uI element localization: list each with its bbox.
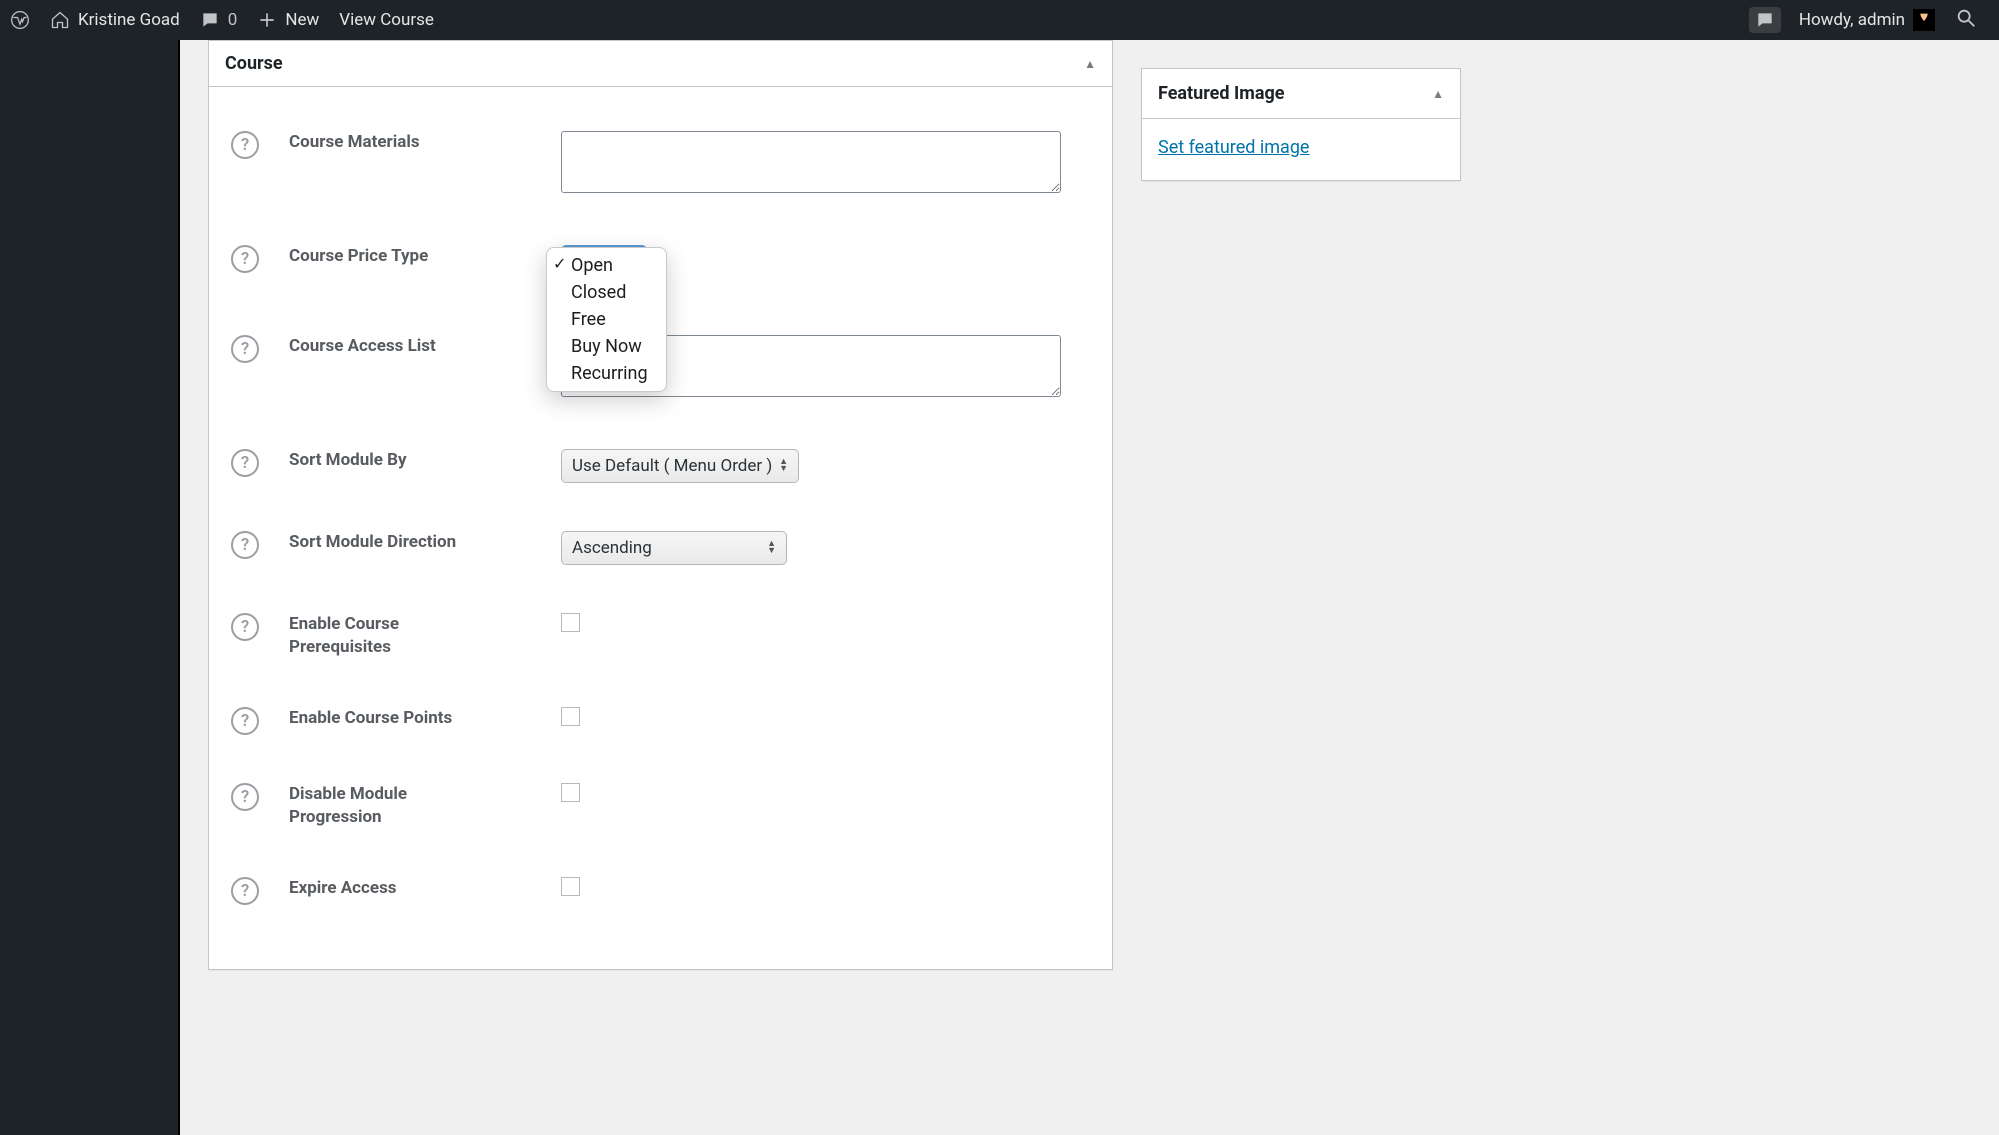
search-icon — [1955, 7, 1977, 29]
help-icon[interactable]: ? — [231, 131, 259, 159]
view-course-link[interactable]: View Course — [329, 0, 444, 40]
course-metabox: Course ▲ ? Course Materials — [208, 40, 1113, 970]
field-label: Course Access List — [289, 335, 436, 358]
featured-image-metabox: Featured Image ▲ Set featured image — [1141, 68, 1461, 181]
field-sort-dir: ? Sort Module Direction Ascending ▲▼ — [231, 507, 1090, 589]
field-label: Sort Module Direction — [289, 531, 456, 554]
view-course-label: View Course — [339, 10, 434, 30]
site-name-label: Kristine Goad — [78, 10, 180, 30]
collapse-icon[interactable]: ▲ — [1432, 87, 1444, 101]
admin-bar-search[interactable] — [1945, 7, 1987, 34]
howdy-label: Howdy, admin — [1799, 10, 1905, 30]
help-icon[interactable]: ? — [231, 335, 259, 363]
field-enable-points: ? Enable Course Points — [231, 683, 1090, 759]
comments-menu[interactable]: 0 — [190, 0, 248, 40]
price-type-dropdown: OpenClosedFreeBuy NowRecurring — [546, 247, 667, 392]
sort-direction-value: Ascending — [572, 538, 652, 558]
enable-points-checkbox[interactable] — [561, 707, 580, 726]
home-icon — [50, 10, 70, 30]
help-icon[interactable]: ? — [231, 707, 259, 735]
dropdown-option[interactable]: Closed — [547, 279, 666, 306]
admin-bar-left: Kristine Goad 0 New View Course — [0, 0, 444, 40]
notifications-button[interactable] — [1749, 7, 1781, 33]
dropdown-option[interactable]: Buy Now — [547, 333, 666, 360]
plus-icon — [257, 10, 277, 30]
field-label: Enable Course Points — [289, 707, 452, 730]
featured-image-title: Featured Image — [1158, 83, 1284, 104]
field-disable-progression: ? Disable Module Progression — [231, 759, 1090, 853]
help-icon[interactable]: ? — [231, 531, 259, 559]
field-label: Course Materials — [289, 131, 420, 154]
metabox-body: ? Course Materials ? Course Price Type — [209, 87, 1112, 969]
sort-by-value: Use Default ( Menu Order ) — [572, 456, 772, 476]
field-label: Enable Course Prerequisites — [289, 613, 469, 659]
notification-icon — [1755, 10, 1775, 30]
metabox-header[interactable]: Course ▲ — [209, 41, 1112, 87]
disable-progression-checkbox[interactable] — [561, 783, 580, 802]
field-course-materials: ? Course Materials — [231, 107, 1090, 221]
wp-logo-menu[interactable] — [0, 0, 40, 40]
sort-direction-select[interactable]: Ascending ▲▼ — [561, 531, 787, 565]
help-icon[interactable]: ? — [231, 613, 259, 641]
expire-access-checkbox[interactable] — [561, 877, 580, 896]
course-materials-input[interactable] — [561, 131, 1061, 193]
field-label: Disable Module Progression — [289, 783, 469, 829]
wordpress-icon — [10, 10, 30, 30]
dropdown-option[interactable]: Free — [547, 306, 666, 333]
my-account-menu[interactable]: Howdy, admin — [1789, 0, 1945, 40]
dropdown-option[interactable]: Open — [547, 252, 666, 279]
enable-prereq-checkbox[interactable] — [561, 613, 580, 632]
field-sort-by: ? Sort Module By Use Default ( Menu Orde… — [231, 425, 1090, 507]
help-icon[interactable]: ? — [231, 783, 259, 811]
admin-bar-right: Howdy, admin — [1749, 0, 1999, 40]
side-box-header[interactable]: Featured Image ▲ — [1142, 69, 1460, 119]
help-icon[interactable]: ? — [231, 449, 259, 477]
admin-bar: Kristine Goad 0 New View Course Howdy, a… — [0, 0, 1999, 40]
set-featured-image-link[interactable]: Set featured image — [1158, 137, 1309, 158]
field-enable-prereq: ? Enable Course Prerequisites — [231, 589, 1090, 683]
sort-by-select[interactable]: Use Default ( Menu Order ) ▲▼ — [561, 449, 799, 483]
field-expire-access: ? Expire Access — [231, 853, 1090, 929]
new-label: New — [285, 10, 319, 30]
help-icon[interactable]: ? — [231, 245, 259, 273]
collapse-icon[interactable]: ▲ — [1084, 57, 1096, 71]
avatar — [1913, 9, 1935, 31]
dropdown-option[interactable]: Recurring — [547, 360, 666, 387]
new-content-menu[interactable]: New — [247, 0, 329, 40]
admin-menu[interactable] — [0, 40, 180, 1135]
metabox-title: Course — [225, 53, 283, 74]
field-label: Course Price Type — [289, 245, 428, 268]
field-label: Expire Access — [289, 877, 397, 900]
comment-icon — [200, 10, 220, 30]
field-label: Sort Module By — [289, 449, 407, 472]
comments-count: 0 — [228, 10, 238, 30]
field-price-type: ? Course Price Type Open ⌄ OpenClosedFre… — [231, 221, 1090, 291]
help-icon[interactable]: ? — [231, 877, 259, 905]
page-wrap: Course ▲ ? Course Materials — [180, 0, 1999, 1135]
side-column: Featured Image ▲ Set featured image — [1141, 68, 1461, 181]
site-name-menu[interactable]: Kristine Goad — [40, 0, 190, 40]
